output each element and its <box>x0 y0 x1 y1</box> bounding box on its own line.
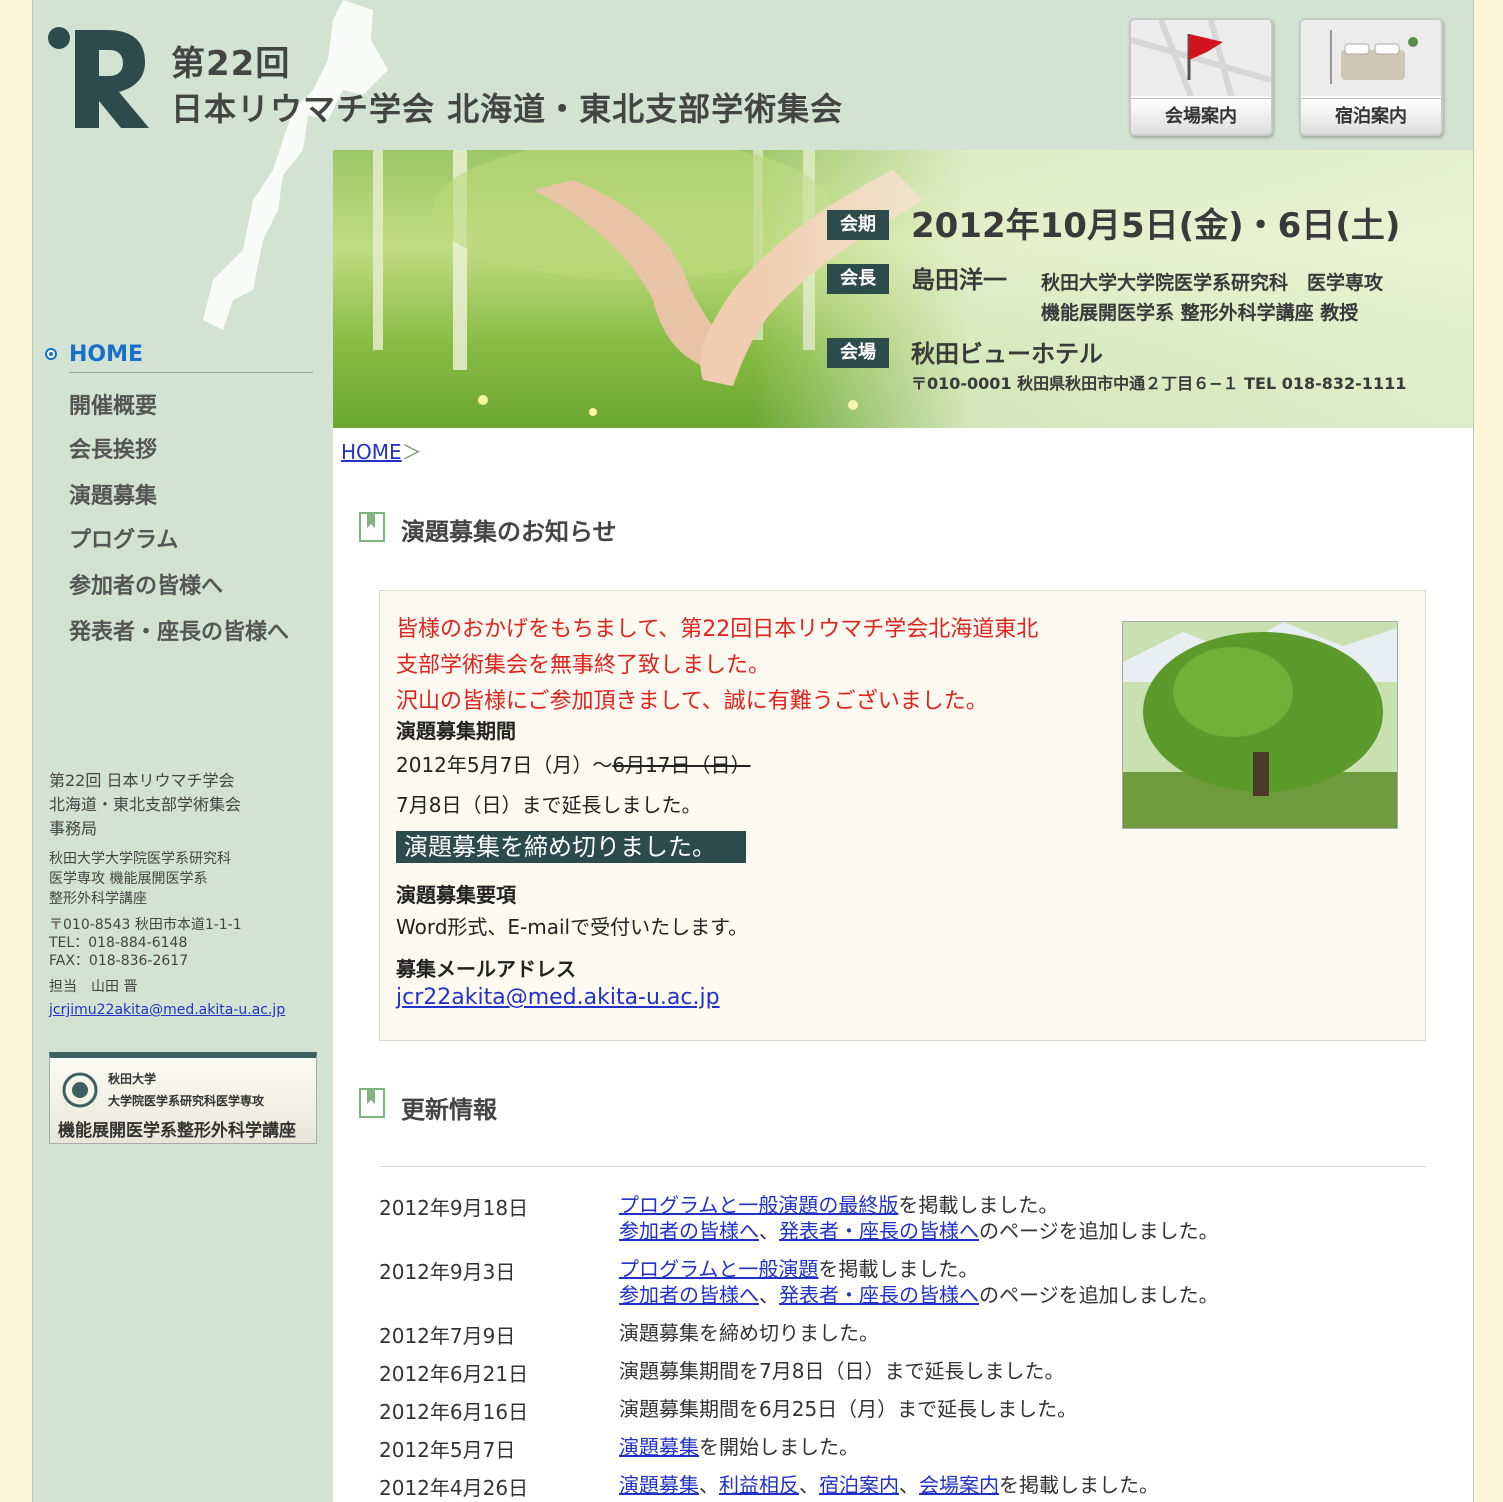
notice-heading: 演題募集のお知らせ <box>401 518 617 546</box>
section-book-icon <box>359 1088 385 1118</box>
venue-tag: 会場 <box>827 338 889 368</box>
hero-banner: 会期 2012年10月5日(金)・6日(土) 会長 島田洋一 秋田大学大学院医学… <box>333 150 1473 428</box>
hotel-nav-button[interactable]: 宿泊案内 <box>1299 18 1443 136</box>
mail-label: 募集メールアドレス <box>396 957 576 981</box>
venue-address: 〒010-0001 秋田県秋田市中通２丁目６−１ TEL 018-832-111… <box>911 374 1407 393</box>
sidebar-item-home[interactable]: HOME <box>69 342 143 367</box>
update-date: 2012年4月26日 <box>379 1476 529 1500</box>
main-content: HOME＞ 演題募集のお知らせ 皆様のおかげをもちまして、第22回日本リウマチ学… <box>333 428 1473 1502</box>
breadcrumb-home-link[interactable]: HOME <box>341 440 402 464</box>
update-link[interactable]: プログラムと一般演題 <box>619 1257 818 1281</box>
office-dept-1: 秋田大学大学院医学系研究科 <box>49 851 231 867</box>
update-link[interactable]: 利益相反 <box>719 1473 799 1497</box>
period-extended: 7月8日（日）まで延長しました。 <box>396 793 702 817</box>
update-link[interactable]: 演題募集 <box>619 1435 699 1459</box>
hotel-nav-label: 宿泊案内 <box>1301 98 1441 134</box>
closed-banner: 演題募集を締め切りました。 <box>396 831 746 863</box>
sidebar-item-presenters[interactable]: 発表者・座長の皆様へ <box>69 614 289 646</box>
chair-name: 島田洋一 <box>911 266 1007 294</box>
update-link[interactable]: 発表者・座長の皆様へ <box>779 1219 979 1243</box>
office-email-link[interactable]: jcrjimu22akita@med.akita-u.ac.jp <box>49 1002 285 1018</box>
submission-email-link[interactable]: jcr22akita@med.akita-u.ac.jp <box>396 985 720 1010</box>
update-link[interactable]: 発表者・座長の皆様へ <box>779 1283 979 1307</box>
site-title-line2: 日本リウマチ学会 北海道・東北支部学術集会 <box>171 90 844 128</box>
home-bullet-icon <box>45 348 57 360</box>
tree-photo <box>1122 621 1398 829</box>
banner-department: 機能展開医学系整形外科学講座 <box>58 1121 296 1141</box>
period-tag: 会期 <box>827 210 889 240</box>
update-link[interactable]: 会場案内 <box>919 1473 999 1497</box>
update-date: 2012年6月21日 <box>379 1362 529 1386</box>
header: 第22回 日本リウマチ学会 北海道・東北支部学術集会 会場案内 宿泊案内 <box>33 0 1473 330</box>
sidebar-item-program[interactable]: プログラム <box>69 522 178 554</box>
chair-affiliation-2: 機能展開医学系 整形外科学講座 教授 <box>1041 302 1359 324</box>
section-book-icon <box>359 512 385 542</box>
flag-map-icon <box>1131 20 1271 98</box>
breadcrumb: HOME＞ <box>341 440 422 464</box>
office-title-2: 北海道・東北支部学術集会 <box>49 795 242 814</box>
requirements-text: Word形式、E-mailで受付いたします。 <box>396 915 749 939</box>
period-label: 演題募集期間 <box>396 719 516 743</box>
banner-school: 大学院医学系研究科医学専攻 <box>108 1094 265 1108</box>
office-tel: TEL：018-884-6148 <box>49 935 188 951</box>
period-value: 2012年5月7日（月）〜6月17日（日） <box>396 753 751 777</box>
update-item: 演題募集を締め切りました。 <box>619 1321 879 1345</box>
update-link[interactable]: 演題募集 <box>619 1473 699 1497</box>
update-date: 2012年7月9日 <box>379 1324 516 1348</box>
updates-heading: 更新情報 <box>401 1096 497 1124</box>
update-date: 2012年6月16日 <box>379 1400 529 1424</box>
update-item: 演題募集期間を7月8日（日）まで延長しました。 <box>619 1359 1065 1383</box>
university-emblem-icon <box>62 1072 98 1108</box>
update-item: プログラムと一般演題の最終版を掲載しました。 参加者の皆様へ、発表者・座長の皆様… <box>619 1193 1219 1243</box>
office-dept-3: 整形外科学講座 <box>49 891 147 907</box>
update-link[interactable]: 参加者の皆様へ <box>619 1283 759 1307</box>
venue-nav-label: 会場案内 <box>1131 98 1271 134</box>
sidebar-item-greeting[interactable]: 会長挨拶 <box>69 432 157 464</box>
update-item: 演題募集期間を6月25日（月）まで延長しました。 <box>619 1397 1078 1421</box>
office-address: 〒010-8543 秋田市本道1-1-1 <box>49 917 242 933</box>
update-item: プログラムと一般演題を掲載しました。 参加者の皆様へ、発表者・座長の皆様へのペー… <box>619 1257 1219 1307</box>
requirements-label: 演題募集要項 <box>396 883 516 907</box>
office-title-3: 事務局 <box>49 819 98 838</box>
site-title-line1: 第22回 <box>171 44 291 84</box>
chair-tag: 会長 <box>827 264 889 294</box>
update-item: 演題募集を開始しました。 <box>619 1435 859 1459</box>
bed-icon <box>1330 30 1418 84</box>
sidebar-item-overview[interactable]: 開催概要 <box>69 388 157 420</box>
update-date: 2012年5月7日 <box>379 1438 516 1462</box>
office-dept-2: 医学専攻 機能展開医学系 <box>49 871 208 887</box>
page: 第22回 日本リウマチ学会 北海道・東北支部学術集会 会場案内 宿泊案内 会期 … <box>32 0 1474 1502</box>
update-link[interactable]: 参加者の皆様へ <box>619 1219 759 1243</box>
office-contact: 担当 山田 晋 <box>49 979 138 995</box>
sidebar-item-abstracts[interactable]: 演題募集 <box>69 478 157 510</box>
thanks-line-1: 皆様のおかげをもちまして、第22回日本リウマチ学会北海道東北 <box>396 617 1039 642</box>
update-date: 2012年9月3日 <box>379 1260 516 1284</box>
update-link[interactable]: 宿泊案内 <box>819 1473 899 1497</box>
update-link[interactable]: プログラムと一般演題の最終版 <box>619 1193 898 1217</box>
logo-icon <box>48 27 149 128</box>
chair-affiliation-1: 秋田大学大学院医学系研究科 医学専攻 <box>1041 272 1384 294</box>
sidebar-item-participants[interactable]: 参加者の皆様へ <box>69 568 223 600</box>
thanks-line-3: 沢山の皆様にご参加頂きまして、誠に有難うございました。 <box>396 689 988 714</box>
update-item: 演題募集、利益相反、宿泊案内、会場案内を掲載しました。 <box>619 1473 1159 1497</box>
venue-name: 秋田ビューホテル <box>911 340 1103 368</box>
venue-nav-button[interactable]: 会場案内 <box>1129 18 1273 136</box>
office-title-1: 第22回 日本リウマチ学会 <box>49 771 235 790</box>
notice-box: 皆様のおかげをもちまして、第22回日本リウマチ学会北海道東北 支部学術集会を無事… <box>379 590 1426 1041</box>
banner-university: 秋田大学 <box>108 1072 157 1086</box>
conference-dates: 2012年10月5日(金)・6日(土) <box>911 206 1401 246</box>
update-date: 2012年9月18日 <box>379 1196 529 1220</box>
thanks-line-2: 支部学術集会を無事終了致しました。 <box>396 653 771 678</box>
office-fax: FAX：018-836-2617 <box>49 953 189 969</box>
university-banner[interactable]: 秋田大学 大学院医学系研究科医学専攻 機能展開医学系整形外科学講座 <box>49 1052 317 1144</box>
